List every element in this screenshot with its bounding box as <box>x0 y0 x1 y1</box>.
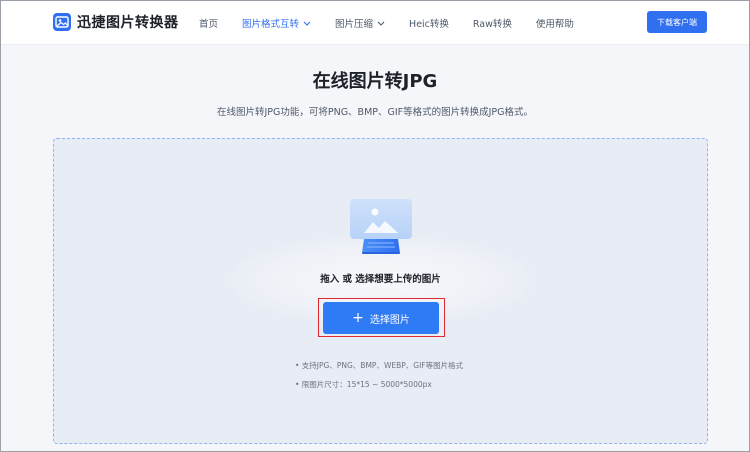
nav-item-label: 图片压缩 <box>335 19 374 30</box>
size-hint: • 限图片尺寸：15*15 ~ 5000*5000px <box>295 380 432 389</box>
nav-item-format-convert[interactable]: 图片格式互转 <box>242 15 311 31</box>
chevron-down-icon <box>303 18 311 29</box>
logo-icon <box>53 13 71 31</box>
nav-item-label: Heic转换 <box>409 19 449 30</box>
chevron-down-icon <box>377 18 385 29</box>
download-client-button[interactable]: 下载客户端 <box>647 11 707 33</box>
logo[interactable]: 迅捷图片转换器 <box>53 11 179 33</box>
nav-item-help[interactable]: 使用帮助 <box>536 15 574 31</box>
drop-prompt: 拖入 或 选择想要上传的图片 <box>320 274 441 285</box>
nav-item-label: 图片格式互转 <box>242 19 300 30</box>
logo-text: 迅捷图片转换器 <box>77 15 179 31</box>
image-upload-icon <box>348 197 414 263</box>
main-nav: 首页 图片格式互转 图片压缩 Heic转换 Raw转换 使用帮助 <box>199 15 598 31</box>
top-header: 迅捷图片转换器 首页 图片格式互转 图片压缩 Heic转换 Raw转换 使用帮助… <box>1 1 749 45</box>
format-hint: • 支持JPG、PNG、BMP、WEBP、GIF等图片格式 <box>295 361 464 370</box>
page-title: 在线图片转JPG <box>312 71 438 92</box>
nav-item-label: Raw转换 <box>472 19 512 30</box>
nav-item-heic[interactable]: Heic转换 <box>409 15 449 31</box>
nav-item-label: 首页 <box>199 19 219 30</box>
select-image-button[interactable]: + 选择图片 <box>323 302 439 334</box>
nav-item-home[interactable]: 首页 <box>199 15 218 31</box>
page-subtitle: 在线图片转JPG功能，可将PNG、BMP、GIF等格式的图片转换成JPG格式。 <box>216 107 534 118</box>
upload-dropzone[interactable]: 拖入 或 选择想要上传的图片 + 选择图片 • 支持JPG、PNG、BMP、WE… <box>53 138 708 444</box>
nav-item-compress[interactable]: 图片压缩 <box>335 15 385 31</box>
plus-icon: + <box>352 310 364 326</box>
select-image-label: 选择图片 <box>369 314 410 326</box>
nav-item-raw[interactable]: Raw转换 <box>473 15 512 31</box>
nav-item-label: 使用帮助 <box>535 19 574 30</box>
